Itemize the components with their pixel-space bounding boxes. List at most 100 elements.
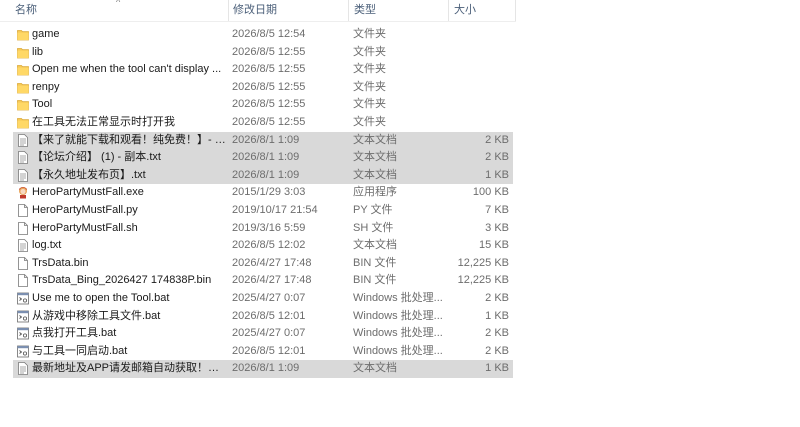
file-type: SH 文件 bbox=[353, 221, 394, 234]
file-date-modified: 2026/8/5 12:55 bbox=[232, 98, 306, 111]
file-row[interactable]: 点我打开工具.bat 2025/4/27 0:07 Windows 批处理... 2 … bbox=[13, 325, 513, 343]
file-type: 文本文档 bbox=[353, 133, 397, 146]
blank-file-icon bbox=[17, 221, 29, 235]
blank-file-icon bbox=[17, 274, 29, 288]
file-name: Tool bbox=[32, 98, 53, 111]
file-row[interactable]: log.txt 2026/8/5 12:02 文本文档 15 KB bbox=[13, 237, 513, 255]
sort-ascending-icon: ^ bbox=[116, 0, 121, 7]
column-header-date-modified[interactable]: 修改日期 bbox=[233, 0, 277, 21]
file-type: 文件夹 bbox=[353, 115, 386, 128]
file-name: HeroPartyMustFall.sh bbox=[32, 221, 138, 234]
file-row-selected[interactable]: 【论坛介绍】 (1) - 副本.txt 2026/8/1 1:09 文本文档 2 KB bbox=[13, 149, 513, 167]
file-type: 文本文档 bbox=[353, 239, 397, 252]
file-date-modified: 2026/8/1 1:09 bbox=[232, 151, 300, 164]
file-row[interactable]: TrsData_Bing_2026427 174838P.bin 2026/4/2… bbox=[13, 272, 513, 290]
file-date-modified: 2026/8/5 12:55 bbox=[232, 63, 306, 76]
blank-file-icon bbox=[17, 256, 29, 270]
file-type: Windows 批处理... bbox=[353, 291, 443, 304]
file-row[interactable]: Use me to open the Tool.bat 2025/4/27 0:0… bbox=[13, 290, 513, 308]
file-type: Windows 批处理... bbox=[353, 344, 443, 357]
file-row-selected[interactable]: 最新地址及APP请发邮箱自动获取！！！... 2026/8/1 1:09 文本文档 1… bbox=[13, 360, 513, 378]
file-date-modified: 2026/8/1 1:09 bbox=[232, 133, 300, 146]
column-header-size[interactable]: 大小 bbox=[454, 0, 476, 21]
file-name: TrsData_Bing_2026427 174838P.bin bbox=[32, 274, 212, 287]
file-row[interactable]: 与工具一同启动.bat 2026/8/5 12:01 Windows 批处理... 2… bbox=[13, 343, 513, 361]
file-row[interactable]: HeroPartyMustFall.sh 2019/3/16 5:59 SH 文件 3… bbox=[13, 220, 513, 238]
batch-file-icon bbox=[17, 345, 29, 358]
folder-icon bbox=[17, 28, 29, 41]
file-name: lib bbox=[32, 45, 44, 58]
file-size: 3 KB bbox=[485, 221, 509, 234]
file-type: BIN 文件 bbox=[353, 256, 397, 269]
folder-icon bbox=[17, 98, 29, 111]
file-size: 2 KB bbox=[485, 327, 509, 340]
file-row[interactable]: 在工具无法正常显示时打开我 2026/8/5 12:55 文件夹 bbox=[13, 114, 513, 132]
file-date-modified: 2026/8/1 1:09 bbox=[232, 362, 300, 375]
file-name: HeroPartyMustFall.py bbox=[32, 203, 138, 216]
file-type: 文件夹 bbox=[353, 28, 386, 40]
text-document-icon bbox=[17, 151, 29, 165]
file-row[interactable]: Tool 2026/8/5 12:55 文件夹 bbox=[13, 96, 513, 114]
batch-file-icon bbox=[17, 310, 29, 323]
batch-file-icon bbox=[17, 327, 29, 340]
folder-icon bbox=[17, 81, 29, 94]
application-icon bbox=[17, 186, 29, 199]
file-row-selected[interactable]: 【永久地址发布页】.txt 2026/8/1 1:09 文本文档 1 KB bbox=[13, 166, 513, 185]
column-divider[interactable] bbox=[348, 0, 349, 21]
column-divider[interactable] bbox=[448, 0, 449, 21]
file-date-modified: 2026/8/5 12:55 bbox=[232, 45, 306, 58]
file-name: 点我打开工具.bat bbox=[32, 327, 117, 340]
column-divider[interactable] bbox=[228, 0, 229, 21]
file-name: Open me when the tool can't display ... bbox=[32, 63, 222, 76]
file-row[interactable]: game 2026/8/5 12:54 文件夹 bbox=[13, 26, 513, 44]
file-date-modified: 2019/3/16 5:59 bbox=[232, 221, 306, 234]
file-type: Windows 批处理... bbox=[353, 327, 443, 340]
file-type: 文件夹 bbox=[353, 80, 386, 93]
file-size: 2 KB bbox=[485, 133, 509, 146]
file-name: renpy bbox=[32, 80, 60, 93]
file-name: log.txt bbox=[32, 239, 62, 252]
file-size: 12,225 KB bbox=[457, 256, 509, 269]
file-row[interactable]: TrsData.bin 2026/4/27 17:48 BIN 文件 12,225 K… bbox=[13, 255, 513, 273]
file-type: 文本文档 bbox=[353, 151, 397, 164]
file-date-modified: 2015/1/29 3:03 bbox=[232, 186, 306, 199]
file-row[interactable]: HeroPartyMustFall.exe 2015/1/29 3:03 应用程序 1… bbox=[13, 184, 513, 202]
file-date-modified: 2026/8/1 1:09 bbox=[232, 168, 300, 181]
file-type: 文件夹 bbox=[353, 63, 386, 76]
file-row-selected[interactable]: 【来了就能下载和观看！纯免费！】- 副... 2026/8/1 1:09 文本文档 2… bbox=[13, 131, 513, 150]
column-header-bar: 名称 ^ 修改日期 类型 大小 bbox=[0, 0, 516, 22]
file-type: 文件夹 bbox=[353, 98, 386, 111]
blank-file-icon bbox=[17, 204, 29, 217]
file-size: 1 KB bbox=[485, 168, 509, 181]
file-name: 在工具无法正常显示时打开我 bbox=[32, 115, 175, 128]
text-document-icon bbox=[17, 239, 29, 253]
batch-file-icon bbox=[17, 292, 29, 305]
file-type: 文件夹 bbox=[353, 45, 386, 58]
folder-icon bbox=[17, 46, 29, 59]
column-header-type[interactable]: 类型 bbox=[354, 0, 376, 21]
file-date-modified: 2019/10/17 21:54 bbox=[232, 203, 318, 216]
file-size: 2 KB bbox=[485, 344, 509, 357]
file-type: 文本文档 bbox=[353, 168, 397, 181]
file-date-modified: 2026/4/27 17:48 bbox=[232, 256, 312, 269]
text-document-icon bbox=[17, 362, 29, 376]
file-type: 应用程序 bbox=[353, 186, 397, 199]
file-name: game bbox=[32, 28, 60, 40]
file-row[interactable]: lib 2026/8/5 12:55 文件夹 bbox=[13, 44, 513, 62]
file-name: 【来了就能下载和观看！纯免费！】- 副... bbox=[32, 133, 227, 146]
file-size: 2 KB bbox=[485, 151, 509, 164]
file-type: Windows 批处理... bbox=[353, 309, 443, 322]
file-row[interactable]: Open me when the tool can't display ... 2… bbox=[13, 61, 513, 79]
file-list: game 2026/8/5 12:54 文件夹 lib 2026/8/5 12:55 文件… bbox=[13, 26, 513, 378]
folder-icon bbox=[17, 116, 29, 129]
file-row[interactable]: HeroPartyMustFall.py 2019/10/17 21:54 PY 文… bbox=[13, 202, 513, 220]
file-row[interactable]: 从游戏中移除工具文件.bat 2026/8/5 12:01 Windows 批处理.… bbox=[13, 308, 513, 326]
column-header-name[interactable]: 名称 bbox=[15, 0, 37, 21]
file-date-modified: 2026/8/5 12:54 bbox=[232, 28, 306, 40]
column-divider[interactable] bbox=[515, 0, 516, 21]
file-size: 15 KB bbox=[479, 239, 509, 252]
file-type: 文本文档 bbox=[353, 362, 397, 375]
file-type: PY 文件 bbox=[353, 203, 393, 216]
file-name: 与工具一同启动.bat bbox=[32, 344, 128, 357]
file-row[interactable]: renpy 2026/8/5 12:55 文件夹 bbox=[13, 79, 513, 97]
